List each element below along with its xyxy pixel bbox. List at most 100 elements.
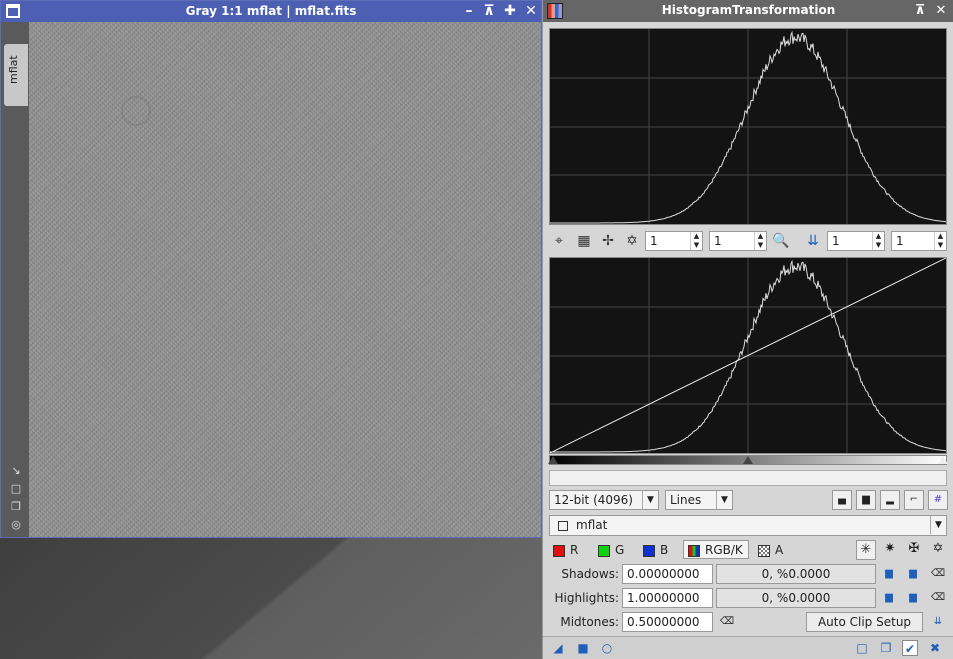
zoom-toolbar: ⌖ ▦ ✢ ✡ 1 ▲ ▼ 1 ▲ ▼ 🔍 ⇊ 1 ▲ ▼ 1 ▲ ▼ (549, 231, 947, 251)
midtones-handle[interactable] (743, 456, 753, 464)
channel-a-checkbox[interactable]: A (758, 541, 783, 559)
highlights-auto-all-icon[interactable]: ▆ (904, 589, 922, 607)
highlights-auto-icon[interactable]: ▆ (880, 589, 898, 607)
restore-icon[interactable]: ✖ (927, 640, 943, 656)
image-window-title: Gray 1:1 mflat | mflat.fits (185, 4, 357, 18)
image-window: Gray 1:1 mflat | mflat.fits – ⊼ ✚ ✕ mfla… (0, 0, 542, 538)
reset-icon[interactable]: ❐ (878, 640, 894, 656)
output-v-zoom-spinbox[interactable]: 1 ▲ ▼ (709, 231, 767, 251)
shade-icon[interactable]: ⊼ (910, 0, 930, 22)
midtones-reset-icon[interactable]: ⌫ (718, 613, 736, 631)
channel-b-checkbox[interactable]: B (643, 541, 668, 559)
spin-arrows-icon[interactable]: ▲ ▼ (934, 232, 946, 250)
input-histogram[interactable] (549, 257, 947, 454)
histogram-transformation-window: HistogramTransformation ⊼ ✕ ⌖ ▦ ✢ ✡ 1 ▲ ▼… (542, 0, 953, 659)
show-output-button[interactable]: ▂ (880, 490, 900, 510)
tool-title: HistogramTransformation (661, 3, 836, 17)
shade-icon[interactable]: ⊼ (479, 1, 499, 22)
highlights-clip-readout: 0, %0.0000 (716, 588, 876, 608)
tool-bottom-bar: ◢ ■ ○ □ ❐ ✔ ✖ (543, 636, 953, 659)
link-zoom-icon[interactable]: ⇊ (803, 231, 823, 251)
channel-b-label: B (660, 543, 669, 557)
spin-arrows-icon[interactable]: ▲ ▼ (872, 232, 884, 250)
edit-mode-icon[interactable]: ⌖ (549, 231, 569, 251)
close-icon[interactable]: ✕ (521, 1, 541, 22)
apply-global-icon[interactable]: ■ (575, 640, 591, 656)
rgb-swatch (688, 544, 700, 557)
maximize-icon[interactable]: ✚ (500, 1, 520, 22)
window-menu-icon[interactable] (6, 4, 20, 18)
close-icon[interactable]: ✕ (931, 0, 951, 22)
zoom-out-mode-icon[interactable]: ✢ (598, 231, 618, 251)
chevron-down-icon: ▼ (930, 516, 946, 534)
view-selector-combo[interactable]: mflat ▼ (549, 515, 947, 536)
view-selector-value: mflat (576, 518, 608, 532)
zoom-fit-icon[interactable]: □ (10, 483, 22, 495)
reset-all-icon[interactable]: ✡ (928, 540, 948, 560)
output-histogram-svg (550, 29, 946, 224)
spin-arrows-icon[interactable]: ▲ ▼ (690, 232, 702, 250)
workspace-background (0, 537, 545, 659)
target-icon[interactable]: ◎ (10, 519, 22, 531)
fit-view-icon[interactable]: ↘ (10, 465, 22, 477)
reset-shadows-icon[interactable]: ✠ (904, 540, 924, 560)
shadows-label: Shadows: (561, 567, 619, 581)
show-curve-button[interactable]: ⌐ (904, 490, 924, 510)
histogram-app-icon (547, 3, 563, 19)
input-v-zoom-spinbox[interactable]: 1 ▲ ▼ (891, 231, 947, 251)
show-rejection-button[interactable]: ▄ (832, 490, 852, 510)
stf-slider[interactable] (548, 455, 948, 465)
graph-style-combo[interactable]: Lines ▼ (665, 490, 733, 510)
auto-clip-setup-button[interactable]: Auto Clip Setup (806, 612, 923, 632)
shadows-reset-icon[interactable]: ⌫ (929, 565, 947, 583)
shadows-auto-all-icon[interactable]: ▆ (904, 565, 922, 583)
image-canvas[interactable] (29, 22, 541, 537)
resolution-value: 12-bit (4096) (554, 493, 633, 507)
clone-icon[interactable]: ❐ (10, 501, 22, 513)
channel-rgbk-label: RGB/K (705, 543, 743, 557)
channel-r-checkbox[interactable]: R (553, 541, 578, 559)
auto-zero-highlights-icon[interactable]: ✷ (880, 540, 900, 560)
zoom-in-mode-icon[interactable]: ▦ (574, 231, 594, 251)
output-histogram[interactable] (549, 28, 947, 225)
track-view-icon[interactable]: ✔ (902, 640, 918, 656)
zoom-icon[interactable]: 🔍 (771, 231, 791, 251)
highlights-reset-icon[interactable]: ⌫ (929, 589, 947, 607)
channel-g-label: G (615, 543, 625, 557)
image-id-tab[interactable]: mflat (4, 44, 28, 106)
spin-arrows-icon[interactable]: ▲ ▼ (754, 232, 766, 250)
auto-zero-shadows-button[interactable]: ✳ (856, 540, 876, 560)
input-histogram-svg (550, 258, 946, 453)
midtones-field[interactable]: 0.50000000 (622, 612, 713, 632)
shadows-field[interactable]: 0.00000000 (622, 564, 713, 584)
real-time-preview-icon[interactable]: ○ (599, 640, 615, 656)
output-h-zoom-spinbox[interactable]: 1 ▲ ▼ (645, 231, 703, 251)
browse-docs-icon[interactable]: □ (854, 640, 870, 656)
tool-titlebar[interactable]: HistogramTransformation ⊼ ✕ (543, 0, 953, 22)
channel-rgbk-button[interactable]: RGB/K (683, 540, 749, 559)
graph-style-value: Lines (670, 493, 702, 507)
histogram-preview-bar (549, 470, 947, 486)
chevron-down-icon: ▼ (642, 491, 658, 509)
show-grid-button[interactable]: # (928, 490, 948, 510)
minimize-icon[interactable]: – (459, 1, 479, 22)
highlights-field[interactable]: 1.00000000 (622, 588, 713, 608)
shadows-auto-icon[interactable]: ▆ (880, 565, 898, 583)
image-window-titlebar[interactable]: Gray 1:1 mflat | mflat.fits – ⊼ ✚ ✕ (1, 1, 541, 22)
chevron-down-icon: ▼ (716, 491, 732, 509)
highlights-handle[interactable] (938, 456, 948, 464)
pan-mode-icon[interactable]: ✡ (622, 231, 642, 251)
blue-swatch (643, 544, 655, 557)
expand-icon[interactable]: ⇊ (929, 613, 947, 631)
midtones-label: Midtones: (560, 615, 619, 629)
input-h-zoom-value: 1 (832, 234, 840, 248)
shadows-clip-readout: 0, %0.0000 (716, 564, 876, 584)
show-input-button[interactable]: ▆ (856, 490, 876, 510)
input-h-zoom-spinbox[interactable]: 1 ▲ ▼ (827, 231, 885, 251)
shadows-handle[interactable] (548, 456, 558, 464)
resolution-combo[interactable]: 12-bit (4096) ▼ (549, 490, 659, 510)
new-instance-icon[interactable]: ◢ (550, 640, 566, 656)
channel-g-checkbox[interactable]: G (598, 541, 624, 559)
channel-r-label: R (570, 543, 579, 557)
alpha-swatch (758, 544, 770, 557)
